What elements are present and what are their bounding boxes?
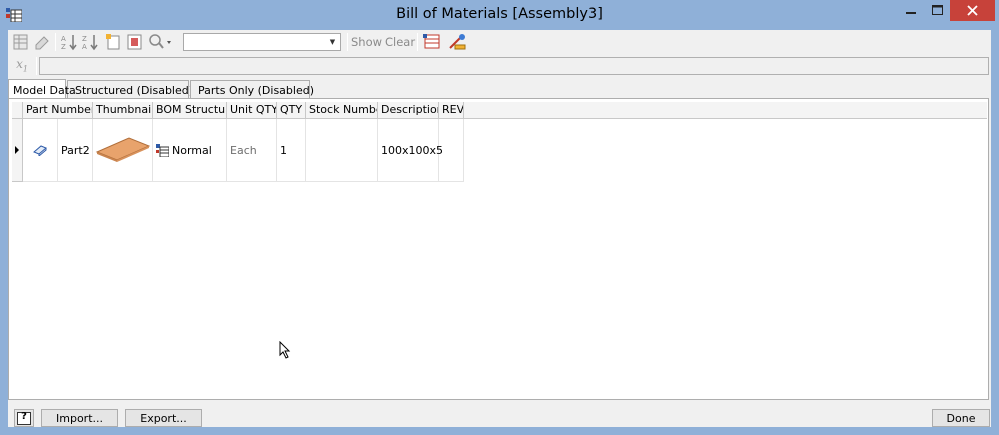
sort-ascending-button[interactable]: AZ — [60, 33, 80, 51]
mouse-cursor-icon — [279, 341, 291, 359]
table-cell-bom-structure[interactable]: Normal — [153, 119, 227, 182]
table-cell-rev[interactable] — [439, 119, 464, 182]
row-pointer-icon — [15, 146, 19, 154]
toolbar-separator — [417, 33, 418, 51]
formula-input[interactable] — [39, 57, 989, 75]
show-button[interactable]: Show — [351, 35, 382, 49]
minimize-icon — [906, 12, 916, 14]
column-header-unit-qty[interactable]: Unit QTY — [227, 102, 277, 119]
sort-descending-button[interactable]: ZA — [81, 33, 101, 51]
column-header-bom-structure[interactable]: BOM Structure — [153, 102, 227, 119]
column-header-rev[interactable]: REV — [439, 102, 464, 119]
tab-strip: Model Data Structured (Disabled) Parts O… — [8, 79, 991, 98]
part-icon — [33, 145, 47, 156]
import-button[interactable]: Import... — [41, 409, 118, 427]
table-cell-qty[interactable]: 1 — [277, 119, 306, 182]
table-cell-thumbnail[interactable] — [93, 119, 153, 182]
formula-bar: x1 — [8, 54, 991, 78]
rename-icon — [35, 36, 49, 50]
help-label: ? — [21, 411, 27, 422]
filter-button[interactable] — [447, 33, 467, 51]
new-item-icon — [106, 34, 120, 50]
window-title: Bill of Materials [Assembly3] — [396, 6, 603, 22]
toolbar: AZ ZA ▼ Show Clear — [8, 30, 991, 54]
tab-model-data[interactable]: Model Data — [8, 79, 76, 98]
find-icon — [149, 34, 171, 49]
view-options-button[interactable] — [11, 33, 31, 51]
tab-parts-only[interactable]: Parts Only (Disabled) — [190, 80, 314, 98]
formula-separator — [36, 57, 37, 75]
sort-descending-icon: ZA — [82, 35, 98, 51]
maximize-icon — [932, 5, 943, 15]
svg-text:Z: Z — [82, 35, 87, 43]
bom-structure-value: Normal — [172, 143, 212, 157]
column-header-thumbnail[interactable]: Thumbnail — [93, 102, 153, 119]
column-header-stock-number[interactable]: Stock Number — [306, 102, 378, 119]
close-icon — [967, 5, 978, 16]
bom-window: Bill of Materials [Assembly3] AZ ZA ▼ Sh… — [0, 0, 999, 435]
row-selector[interactable] — [12, 119, 23, 182]
export-button[interactable] — [422, 33, 442, 51]
table-cell-part-number[interactable]: Part2 — [58, 119, 93, 182]
table-cell-stock-number[interactable] — [306, 119, 378, 182]
table-cell-description[interactable]: 100x100x5 — [378, 119, 443, 182]
table-cell-unit-qty[interactable]: Each — [227, 119, 277, 182]
tab-label: Structured (Disabled) — [75, 84, 194, 97]
toolbar-separator — [55, 33, 56, 51]
toolbar-separator — [347, 33, 348, 51]
footer-bar: ? Import... Export... Done — [8, 402, 991, 427]
fx-label: x — [16, 57, 23, 71]
tab-label: Model Data — [13, 83, 76, 97]
clear-button[interactable]: Clear — [385, 35, 415, 49]
plate-thumbnail — [95, 137, 150, 162]
sort-ascending-icon: AZ — [61, 35, 77, 51]
new-item-button[interactable] — [104, 33, 124, 51]
chevron-down-icon[interactable]: ▼ — [326, 35, 339, 49]
choose-columns-button[interactable] — [125, 33, 145, 51]
rename-button[interactable] — [32, 33, 52, 51]
tab-label: Parts Only (Disabled) — [198, 84, 315, 97]
column-header-part-number[interactable]: Part Number — [23, 102, 93, 119]
normal-structure-icon — [156, 143, 169, 157]
filter-combo[interactable]: ▼ — [183, 33, 341, 51]
help-button[interactable]: ? — [14, 409, 34, 427]
grid-corner — [12, 102, 23, 119]
fx-icon[interactable]: x1 — [11, 57, 33, 75]
svg-text:A: A — [61, 35, 66, 43]
export-icon — [423, 34, 440, 49]
maximize-button[interactable] — [924, 0, 950, 21]
column-header-description[interactable]: Description — [378, 102, 439, 119]
done-button[interactable]: Done — [932, 409, 990, 427]
svg-text:Z: Z — [61, 43, 66, 51]
choose-columns-icon — [127, 34, 142, 50]
title-bar[interactable]: Bill of Materials [Assembly3] — [0, 0, 999, 30]
find-button[interactable] — [147, 33, 175, 51]
table-row-icon-cell[interactable] — [23, 119, 58, 182]
view-options-icon — [13, 34, 28, 50]
svg-text:A: A — [82, 43, 87, 51]
tab-structured[interactable]: Structured (Disabled) — [67, 80, 193, 98]
bom-grid-pane: Part Number Thumbnail BOM Structure Unit… — [8, 98, 989, 400]
export-footer-button[interactable]: Export... — [125, 409, 202, 427]
client-area: AZ ZA ▼ Show Clear x1 Model Data Structu… — [8, 30, 991, 427]
header-filler — [464, 102, 987, 119]
close-button[interactable] — [950, 0, 995, 21]
minimize-button[interactable] — [898, 0, 924, 21]
column-header-qty[interactable]: QTY — [277, 102, 306, 119]
filter-icon — [449, 34, 466, 50]
